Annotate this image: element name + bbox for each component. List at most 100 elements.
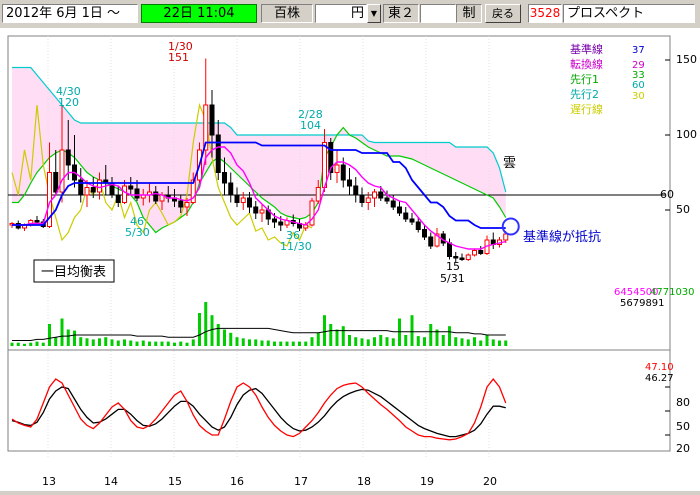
stoch-tick-80: 80 (676, 396, 690, 409)
chevron-down-icon[interactable]: ▼ (367, 4, 381, 23)
volume-bar (304, 341, 308, 346)
candle-body (65, 149, 71, 166)
annotation-nov30-date: 11/30 (280, 240, 312, 253)
candle-body (122, 185, 127, 203)
volume-bar (404, 335, 408, 346)
volume-bar (491, 339, 495, 346)
toolbar: 2012年 6月 1日 ～ 22日 11:04 百株 円 ▼ 東２ 制 戻る 3… (0, 0, 700, 28)
volume-bar (366, 339, 370, 346)
candle-body (378, 191, 384, 199)
unit-label: 百株 (261, 4, 313, 23)
candle-body (178, 200, 184, 208)
back-button[interactable]: 戻る (485, 4, 521, 23)
candle-body (322, 142, 327, 188)
y-tick-150: 150 (676, 53, 697, 66)
candle-body (359, 194, 365, 203)
y-tick-50: 50 (676, 203, 690, 216)
volume-bar (323, 315, 326, 346)
candle-body (315, 187, 321, 202)
volume-bar (241, 338, 245, 346)
volume-bar (235, 337, 239, 346)
candle-body (259, 209, 265, 214)
y-tick-100: 100 (676, 128, 697, 141)
volume-bar (141, 340, 145, 346)
company-name: プロスペクト (563, 4, 695, 23)
volume-bar (98, 338, 101, 346)
volume-bar (191, 339, 195, 346)
candle-body (347, 179, 352, 187)
volume-bar (66, 329, 70, 346)
volume-bar (498, 340, 501, 346)
candle-body (403, 212, 409, 220)
stock-code: 3528 (528, 4, 562, 23)
volume-bar (216, 324, 220, 346)
volume-bar (473, 337, 476, 346)
candle-body (222, 172, 227, 184)
volume-bar (48, 324, 51, 346)
annotation-high-value: 151 (168, 51, 189, 64)
candle-body (465, 254, 471, 260)
x-tick-19: 19 (420, 475, 434, 488)
volume-bar (354, 337, 358, 346)
candle-body (415, 221, 421, 230)
volume-bar (341, 326, 345, 346)
hline-label: 60 (660, 188, 674, 201)
market-label: 東２ (383, 4, 419, 23)
volume-bar (179, 341, 183, 346)
volume-bar (198, 313, 201, 346)
candle-body (278, 221, 284, 226)
annotation-apr30-value: 120 (58, 96, 79, 109)
candle-body (340, 164, 346, 181)
volume-bar (316, 332, 320, 346)
volume-bar (398, 318, 401, 346)
candle-body (478, 250, 484, 254)
candle-body (90, 187, 96, 193)
volume-bar (391, 338, 395, 346)
x-tick-13: 13 (42, 475, 56, 488)
volume-bar (29, 342, 33, 346)
legend-tenkan: 転換線 (570, 57, 603, 71)
volume-label-3: 5679891 (620, 298, 665, 309)
chart-area: 150 100 50 60 基準線 37 転換線 29 先行1 33 先行2 6… (0, 28, 700, 491)
volume-bar (448, 326, 451, 346)
volume-bar (485, 335, 489, 346)
volume-bar (35, 341, 39, 346)
volume-bar (348, 335, 351, 346)
legend-kijun-value: 37 (632, 45, 645, 56)
candle-body (472, 250, 477, 256)
annotation-may30-date: 5/30 (125, 226, 150, 239)
candle-body (428, 236, 434, 247)
stoch-d-latest: 46.27 (645, 373, 674, 384)
candle-body (384, 197, 390, 202)
candle-body (134, 188, 140, 199)
restriction-label: 制 (456, 4, 482, 23)
market-extra-field (420, 4, 456, 23)
volume-bar (16, 342, 20, 346)
volume-bar (85, 338, 89, 346)
legend-senkou2-value: 60 (632, 80, 645, 91)
candle-body (34, 220, 40, 223)
volume-bar (204, 302, 208, 346)
volume-bar (135, 341, 139, 346)
candle-body (240, 197, 246, 203)
volume-bar (260, 340, 264, 346)
currency-select[interactable]: 円 (315, 4, 367, 23)
stoch-tick-50: 50 (676, 420, 690, 433)
candle-body (215, 134, 221, 173)
volume-bar (310, 337, 314, 346)
volume-bar (54, 337, 58, 346)
x-tick-18: 18 (357, 475, 371, 488)
candle-body (115, 194, 121, 203)
volume-bar (60, 318, 64, 346)
volume-bar (335, 329, 339, 346)
legend-senkou1: 先行1 (570, 73, 599, 86)
candle-body (365, 197, 371, 203)
candle-body (459, 257, 465, 260)
volume-bar (148, 341, 151, 346)
candle-body (272, 218, 277, 223)
annotation-feb28-value: 104 (300, 119, 321, 132)
volume-bar (466, 339, 470, 346)
volume-bar (166, 341, 170, 346)
period-start-field[interactable]: 2012年 6月 1日 ～ (2, 4, 138, 23)
volume-bar (373, 337, 376, 346)
